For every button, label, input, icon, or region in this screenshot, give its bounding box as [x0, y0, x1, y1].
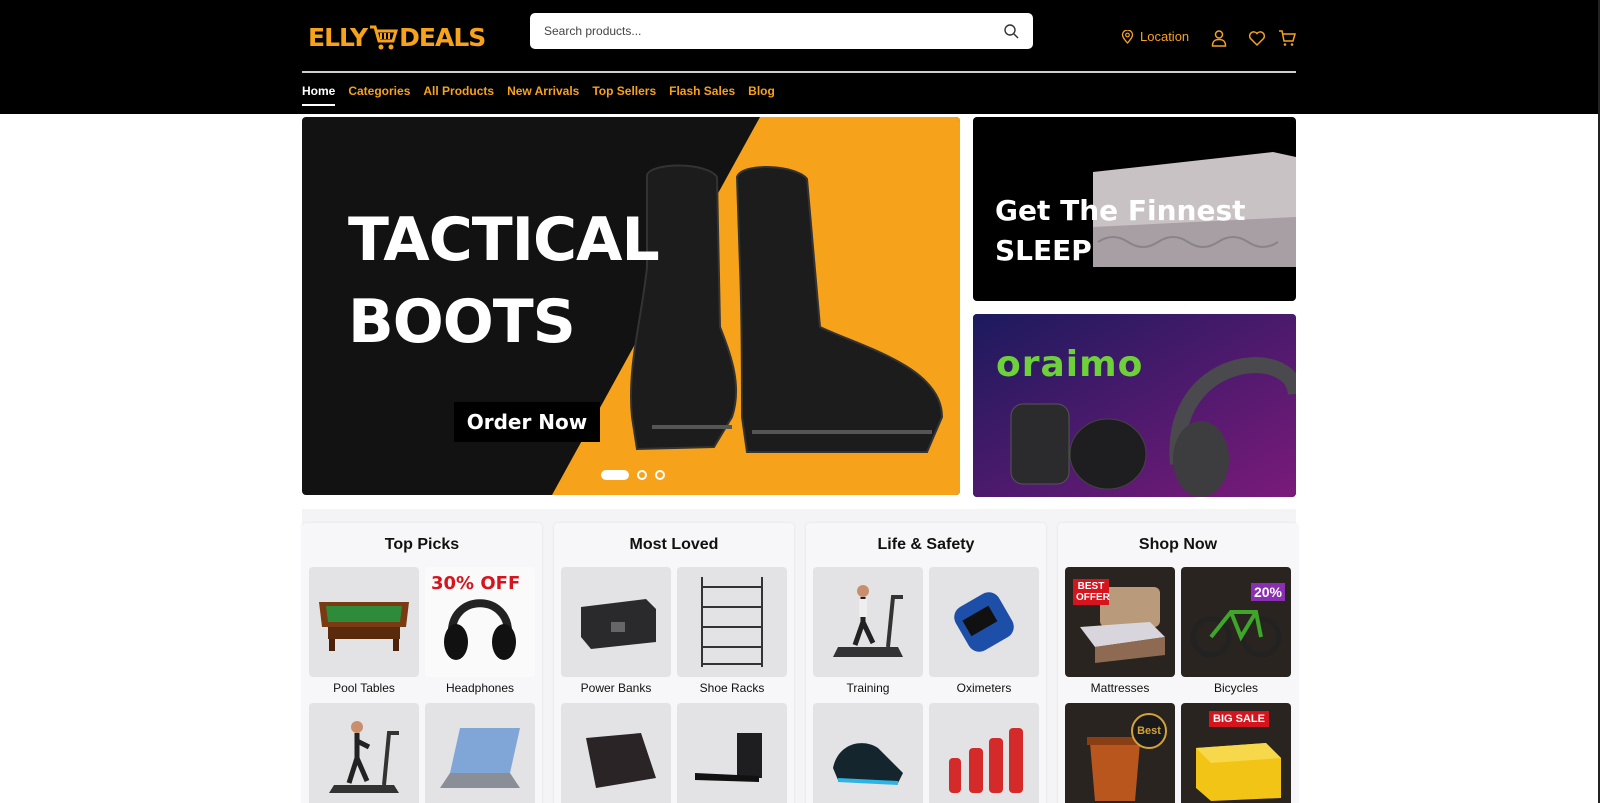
- header: ELLY DEALS Location Home Categor: [0, 0, 1598, 114]
- category-tile-laptop[interactable]: [425, 703, 535, 803]
- category-card-shop-now: Shop Now BEST OFFER Mattresses 20% Bicyc…: [1058, 523, 1298, 803]
- nav-home[interactable]: Home: [302, 84, 336, 106]
- best-badge: Best: [1131, 713, 1167, 749]
- shoe-rack-image: [701, 577, 763, 667]
- hero-title-line2: BOOTS: [348, 287, 576, 357]
- logo-left-text: ELLY: [308, 22, 368, 52]
- oraimo-brand: oraimo: [996, 344, 1144, 385]
- location-pin-icon: [1121, 29, 1134, 44]
- category-tile-power-banks[interactable]: [561, 567, 671, 677]
- slider-dots: [601, 470, 665, 480]
- nav-blog[interactable]: Blog: [748, 84, 775, 106]
- oraimo-products-image: [973, 314, 1296, 497]
- promo-oraimo[interactable]: oraimo: [973, 314, 1296, 497]
- location-label: Location: [1140, 29, 1190, 44]
- category-label: Training: [846, 681, 890, 695]
- category-label: Power Banks: [580, 681, 652, 695]
- category-tile-waste-bins[interactable]: Best: [1065, 703, 1175, 803]
- search-input[interactable]: [544, 24, 1003, 38]
- heart-icon[interactable]: [1248, 29, 1266, 47]
- location-button[interactable]: Location: [1121, 29, 1189, 44]
- fire-extinguisher-image: [949, 728, 1023, 793]
- cart-icon[interactable]: [1278, 29, 1296, 47]
- nav-new-arrivals[interactable]: New Arrivals: [507, 84, 579, 106]
- category-tile-soundbar[interactable]: [677, 703, 787, 803]
- oximeter-image: [954, 592, 1014, 652]
- order-now-button[interactable]: Order Now: [454, 402, 600, 442]
- nav-top-sellers[interactable]: Top Sellers: [592, 84, 656, 106]
- category-title: Most Loved: [629, 536, 719, 553]
- promo-mattress-text: Get The Finnest SLEEP: [995, 191, 1246, 271]
- category-section: Top Picks Pool Tables 30% OFF Headphones: [302, 509, 1298, 803]
- category-title: Life & Safety: [877, 536, 975, 553]
- training-treadmill-image: [833, 585, 903, 657]
- category-label: Oximeters: [956, 681, 1012, 695]
- category-tile-oximeters[interactable]: [929, 567, 1039, 677]
- slider-dot-3[interactable]: [655, 470, 665, 480]
- pool-table-image: [319, 602, 409, 651]
- category-card-life-safety: Life & Safety Training Oximeters: [806, 523, 1046, 803]
- nav-all-products[interactable]: All Products: [423, 84, 494, 106]
- category-tile-treadmill[interactable]: [309, 703, 419, 803]
- category-tile-mattresses[interactable]: BEST OFFER: [1065, 567, 1175, 677]
- slider-dot-2[interactable]: [637, 470, 647, 480]
- category-tile-generators[interactable]: BIG SALE: [1181, 703, 1291, 803]
- hero-banner[interactable]: TACTICAL BOOTS Order Now: [302, 117, 960, 495]
- category-tile-water-shoes[interactable]: [813, 703, 923, 803]
- discount-badge: 30% OFF: [431, 573, 521, 594]
- water-shoes-image: [833, 743, 903, 785]
- category-card-most-loved: Most Loved Power Banks Shoe Racks: [554, 523, 794, 803]
- category-title: Top Picks: [384, 536, 460, 553]
- treadmill-image: [329, 721, 399, 793]
- discount-badge: 20%: [1250, 583, 1285, 601]
- category-tile-bicycles[interactable]: 20%: [1181, 567, 1291, 677]
- category-tile-headphones[interactable]: 30% OFF: [425, 567, 535, 677]
- category-tile-rugs[interactable]: [561, 703, 671, 803]
- header-divider: [302, 71, 1296, 73]
- promo-mattress[interactable]: Get The Finnest SLEEP: [973, 117, 1296, 301]
- main-nav: Home Categories All Products New Arrival…: [302, 84, 788, 106]
- user-icon[interactable]: [1210, 29, 1228, 47]
- category-label: Headphones: [445, 681, 515, 695]
- best-offer-badge: BEST OFFER: [1073, 579, 1110, 605]
- laptop-image: [440, 728, 520, 788]
- category-label: Shoe Racks: [699, 681, 765, 695]
- soundbar-image: [695, 733, 762, 782]
- logo-right-text: DEALS: [399, 22, 486, 52]
- category-tile-pool-tables[interactable]: [309, 567, 419, 677]
- big-sale-badge: BIG SALE: [1209, 711, 1269, 727]
- category-label: Pool Tables: [333, 681, 395, 695]
- nav-flash-sales[interactable]: Flash Sales: [669, 84, 735, 106]
- category-tile-shoe-racks[interactable]: [677, 567, 787, 677]
- logo[interactable]: ELLY DEALS: [308, 21, 486, 53]
- nav-categories[interactable]: Categories: [348, 84, 410, 106]
- search-bar: [530, 13, 1033, 49]
- search-icon[interactable]: [1003, 23, 1019, 39]
- category-title: Shop Now: [1138, 536, 1218, 553]
- hero-title-line1: TACTICAL: [348, 205, 660, 275]
- promo-mattress-line1: Get The Finnest: [995, 194, 1246, 227]
- category-label: Bicycles: [1213, 681, 1258, 695]
- category-tile-fire-extinguishers[interactable]: [929, 703, 1039, 803]
- category-tile-training[interactable]: [813, 567, 923, 677]
- power-bank-image: [581, 599, 656, 649]
- slider-dot-1[interactable]: [601, 470, 629, 480]
- logo-cart-icon: [370, 25, 399, 50]
- promo-mattress-line2: SLEEP: [995, 234, 1092, 267]
- category-card-top-picks: Top Picks Pool Tables 30% OFF Headphones: [302, 523, 542, 803]
- rug-image: [586, 733, 656, 788]
- category-label: Mattresses: [1090, 681, 1150, 695]
